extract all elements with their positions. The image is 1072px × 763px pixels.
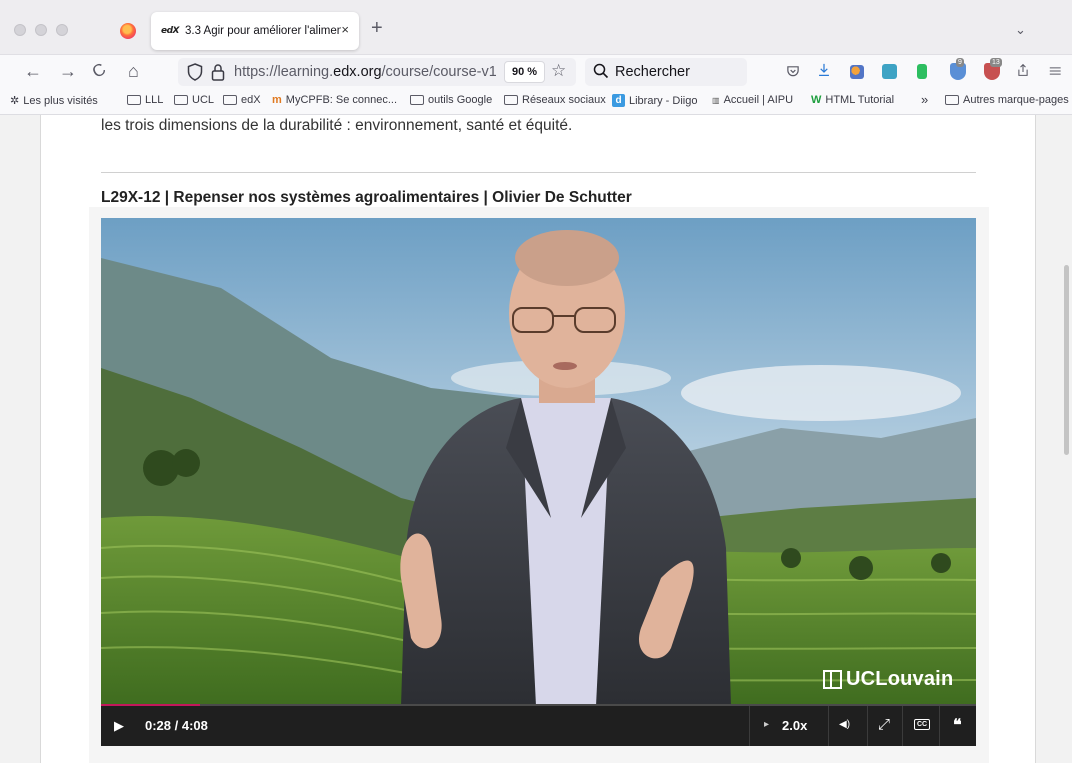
ucl-logo-text: UCLouvain: [846, 668, 954, 690]
bookmark-label: Autres marque-pages: [963, 94, 1069, 106]
tab-title: 3.3 Agir pour améliorer l'alimentation: [185, 25, 341, 37]
gear-icon: ✲: [10, 95, 20, 107]
page-scrollbar[interactable]: [1064, 265, 1069, 455]
home-button[interactable]: ⌂: [128, 61, 139, 81]
ublock-icon[interactable]: 9: [950, 58, 966, 80]
page-content: les trois dimensions de la durabilité : …: [0, 115, 1072, 763]
search-placeholder: Rechercher: [615, 64, 690, 80]
extension-icon[interactable]: [850, 65, 864, 79]
bookmark-folder-lll[interactable]: LLL: [127, 94, 163, 106]
forward-button[interactable]: →: [59, 61, 77, 81]
ucl-logo: UCLouvain: [823, 668, 953, 691]
control-separator: [749, 706, 750, 746]
tab-strip: edX 3.3 Agir pour améliorer l'alimentati…: [0, 0, 1072, 55]
bookmark-folder-outils-google[interactable]: outils Google: [410, 94, 492, 106]
bookmark-label: edX: [241, 94, 261, 106]
privacy-icon[interactable]: 13: [984, 58, 1002, 80]
folder-icon: [127, 95, 141, 105]
url-path: /course/course-v1:Lo: [381, 64, 496, 80]
pocket-icon[interactable]: [786, 64, 800, 78]
folder-icon: [945, 95, 959, 105]
url-prefix: https://learning.: [234, 64, 334, 80]
window-close-button[interactable]: [14, 24, 26, 36]
bookmark-folder-reseaux-sociaux[interactable]: Réseaux sociaux: [504, 94, 606, 106]
share-icon[interactable]: [1016, 63, 1030, 77]
speed-caret-icon: ▸: [764, 719, 770, 730]
privacy-badge: 13: [990, 58, 1002, 67]
ublock-badge: 9: [956, 58, 964, 67]
window-minimize-button[interactable]: [35, 24, 47, 36]
close-tab-icon[interactable]: ×: [341, 22, 349, 37]
window-zoom-button[interactable]: [56, 24, 68, 36]
speed-button[interactable]: 2.0x: [782, 718, 807, 733]
bookmark-label: Accueil | AIPU: [723, 94, 794, 106]
bookmarks-overflow-chevron-icon[interactable]: »: [921, 92, 928, 107]
bookmark-label: UCL: [192, 94, 215, 106]
url-domain: edx.org: [333, 64, 382, 80]
folder-icon: [504, 95, 518, 105]
aipu-icon: ▥: [712, 95, 720, 105]
mycpfb-icon: m: [272, 94, 282, 106]
url-bar[interactable]: https://learning.edx.org/course/course-v…: [178, 58, 576, 86]
bookmark-star-icon[interactable]: ☆: [551, 61, 566, 81]
sync-icon[interactable]: [882, 64, 897, 79]
section-divider: [101, 172, 976, 173]
bookmark-library-diigo[interactable]: d Library - Diigo: [612, 94, 697, 107]
browser-tab[interactable]: edX 3.3 Agir pour améliorer l'alimentati…: [151, 12, 359, 50]
folder-icon: [223, 95, 237, 105]
url-text[interactable]: https://learning.edx.org/course/course-v…: [234, 64, 496, 80]
edx-favicon-icon: edX: [161, 26, 180, 36]
volume-icon[interactable]: ◀): [839, 719, 850, 730]
transcript-quote-icon[interactable]: ❝: [953, 715, 962, 735]
search-icon: [593, 63, 609, 79]
video-player[interactable]: UCLouvain: [101, 218, 976, 706]
tracking-shield-icon[interactable]: [187, 63, 203, 81]
control-separator: [867, 706, 868, 746]
video-time: 0:28 / 4:08: [145, 718, 208, 733]
list-tabs-button[interactable]: ⌄: [1015, 22, 1026, 38]
evernote-icon[interactable]: [917, 64, 927, 79]
ucl-logo-mark-icon: [823, 670, 842, 689]
bookmark-label: HTML Tutorial: [825, 94, 895, 106]
navigation-toolbar: ← → C ⌂ https://learning.edx.org/course/…: [0, 55, 1072, 89]
new-tab-button[interactable]: +: [371, 18, 383, 38]
folder-icon: [410, 95, 424, 105]
bookmark-label: Réseaux sociaux: [522, 94, 606, 106]
menu-icon[interactable]: [1049, 64, 1063, 78]
closed-captions-button[interactable]: CC: [914, 719, 931, 730]
bookmark-folder-ucl[interactable]: UCL: [174, 94, 214, 106]
back-button[interactable]: ←: [24, 61, 42, 81]
bookmark-les-plus-visites[interactable]: ✲ Les plus visités: [10, 94, 98, 108]
control-separator: [902, 706, 903, 746]
firefox-view-icon[interactable]: [120, 23, 136, 39]
fullscreen-icon[interactable]: ⤢: [878, 716, 890, 733]
bookmark-accueil-aipu[interactable]: ▥ Accueil | AIPU: [712, 94, 793, 106]
w3schools-icon: W: [811, 94, 822, 106]
folder-icon: [174, 95, 188, 105]
zoom-level-button[interactable]: 90 %: [504, 61, 546, 83]
reload-button[interactable]: C: [89, 59, 110, 82]
video-frame: [101, 218, 976, 706]
bookmark-folder-autres[interactable]: Autres marque-pages: [945, 94, 1069, 106]
video-title: L29X-12 | Repenser nos systèmes agroalim…: [101, 189, 632, 206]
bookmark-label: LLL: [145, 94, 164, 106]
intro-text: les trois dimensions de la durabilité : …: [101, 117, 573, 134]
bookmark-html-tutorial[interactable]: W HTML Tutorial: [811, 94, 894, 106]
lock-icon[interactable]: [211, 63, 225, 81]
control-separator: [828, 706, 829, 746]
bookmark-label: Library - Diigo: [629, 94, 698, 107]
video-controls: ▶ 0:28 / 4:08 ▸ 2.0x ◀) ⤢ CC ❝: [101, 706, 976, 746]
diigo-icon: d: [612, 94, 625, 107]
bookmark-mycpfb[interactable]: m MyCPFB: Se connec...: [272, 94, 397, 106]
bookmark-label: MyCPFB: Se connec...: [285, 94, 398, 106]
bookmark-label: outils Google: [428, 94, 493, 106]
play-button[interactable]: ▶: [114, 718, 124, 734]
search-bar[interactable]: Rechercher: [585, 58, 747, 86]
bookmark-label: Les plus visités: [23, 94, 98, 107]
downloads-icon[interactable]: [817, 63, 831, 77]
bookmark-folder-edx[interactable]: edX: [223, 94, 261, 106]
bookmarks-toolbar: ✲ Les plus visités LLL UCL edX m MyCPFB:…: [0, 89, 1072, 115]
control-separator: [939, 706, 940, 746]
